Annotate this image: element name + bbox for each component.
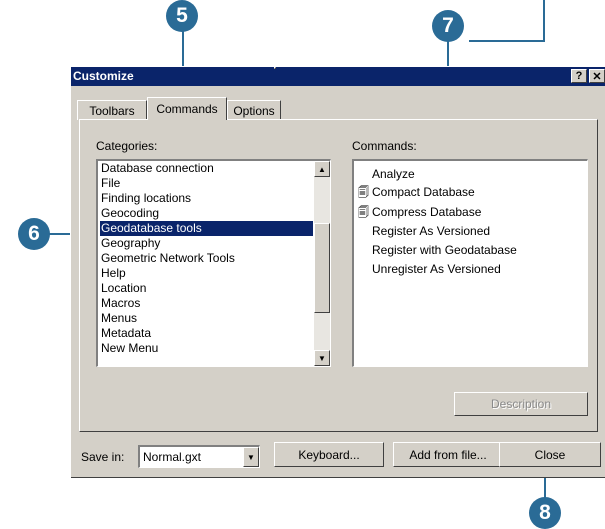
keyboard-button[interactable]: Keyboard... [274, 442, 384, 467]
callout-line-7b [469, 40, 545, 42]
callout-6: 6 [18, 218, 50, 250]
tab-options[interactable]: Options [227, 100, 281, 120]
database-icon: 🗐 [358, 207, 369, 219]
description-button[interactable]: Description [454, 392, 588, 416]
tab-toolbars[interactable]: Toolbars [77, 100, 147, 120]
commands-list[interactable]: Analyze 🗐 Compact Database 🗐 Compress Data… [352, 159, 588, 367]
commands-tab-panel: Categories: Commands: Database connectio… [79, 119, 598, 432]
close-window-button[interactable]: ✕ [589, 69, 605, 83]
save-in-dropdown[interactable]: Normal.gxt ▼ [138, 445, 260, 468]
list-item[interactable]: Database connection [100, 161, 313, 176]
close-button[interactable]: Close [499, 442, 601, 467]
save-in-value: Normal.gxt [143, 450, 202, 464]
command-item-register-with-geodatabase[interactable]: Register with Geodatabase [358, 241, 517, 259]
categories-scrollbar[interactable]: ▲ ▼ [314, 161, 330, 366]
categories-list[interactable]: Database connection File Finding locatio… [96, 159, 331, 367]
commands-label: Commands: [352, 139, 417, 153]
list-item[interactable]: Help [100, 266, 313, 281]
command-item-compact-database[interactable]: 🗐 Compact Database [358, 183, 475, 201]
list-item[interactable]: Geometric Network Tools [100, 251, 313, 266]
list-item[interactable]: Finding locations [100, 191, 313, 206]
command-item-compress-database[interactable]: 🗐 Compress Database [358, 203, 481, 221]
command-item-register-as-versioned[interactable]: Register As Versioned [358, 222, 490, 240]
list-item[interactable]: Geocoding [100, 206, 313, 221]
callout-line-7c [543, 0, 545, 42]
scroll-up-button[interactable]: ▲ [314, 161, 330, 177]
list-item[interactable]: Location [100, 281, 313, 296]
list-item[interactable]: Menus [100, 311, 313, 326]
command-item-analyze[interactable]: Analyze [358, 165, 415, 183]
database-icon: 🗐 [358, 187, 369, 199]
list-item[interactable]: Macros [100, 296, 313, 311]
callout-5: 5 [166, 0, 198, 32]
list-item[interactable]: File [100, 176, 313, 191]
keyboard-button[interactable] [274, 67, 276, 69]
customize-dialog: Customize ? ✕ Toolbars Commands Options … [70, 66, 605, 477]
tab-commands[interactable]: Commands [147, 97, 227, 120]
list-item[interactable]: New Menu [100, 341, 313, 356]
add-from-file-button[interactable]: Add from file... [393, 442, 503, 467]
list-item[interactable]: Geography [100, 236, 313, 251]
dialog-title: Customize [73, 69, 134, 83]
scroll-thumb[interactable] [314, 223, 330, 313]
callout-8: 8 [529, 497, 561, 529]
list-item[interactable]: Metadata [100, 326, 313, 341]
title-bar: Customize ? ✕ [71, 67, 605, 86]
scroll-down-button[interactable]: ▼ [314, 350, 330, 366]
list-item-selected[interactable]: Geodatabase tools [100, 221, 313, 236]
save-in-label: Save in: [81, 450, 125, 464]
command-item-unregister-as-versioned[interactable]: Unregister As Versioned [358, 260, 501, 278]
chevron-down-icon[interactable]: ▼ [243, 447, 259, 467]
categories-label: Categories: [96, 139, 158, 153]
callout-7: 7 [432, 10, 464, 42]
help-button[interactable]: ? [571, 69, 587, 83]
